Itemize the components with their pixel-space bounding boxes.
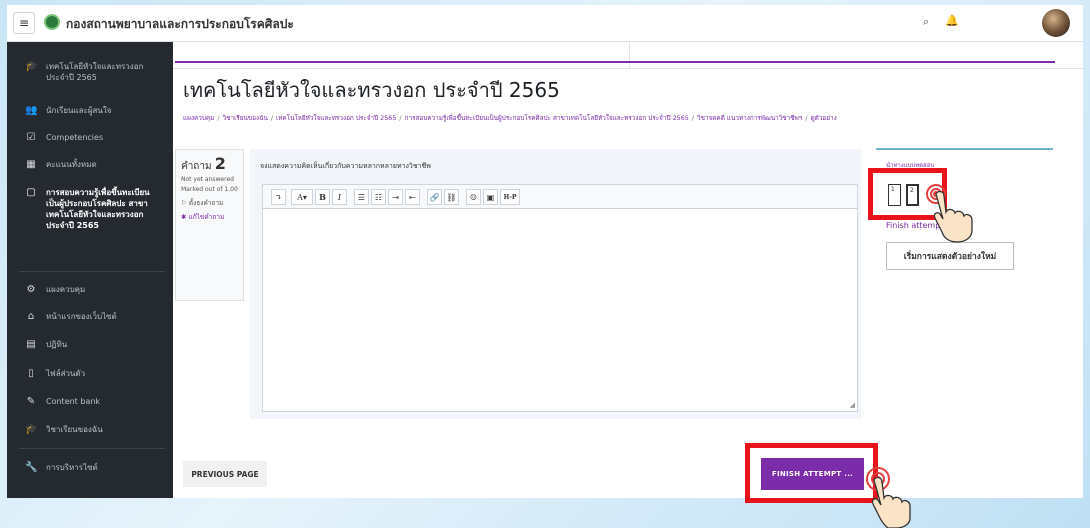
- hamburger-icon[interactable]: ≡: [13, 12, 35, 34]
- breadcrumb-item[interactable]: วิชาจดคดี แนวทางการพัฒนาวิชาชีพฯ: [697, 114, 802, 122]
- highlight-box: [745, 443, 878, 503]
- pointing-hand-icon: [871, 476, 911, 528]
- sidebar-item-my-courses[interactable]: 🎓 วิชาเรียนของฉัน: [7, 424, 173, 435]
- divider: [629, 42, 630, 69]
- previous-page-button[interactable]: PREVIOUS PAGE: [183, 461, 267, 487]
- graduation-cap-icon: 🎓: [25, 61, 38, 72]
- page-title: เทคโนโลยีหัวใจและทรวงอก ประจำปี 2565: [183, 78, 560, 102]
- unlink-button[interactable]: ⛓: [444, 189, 459, 205]
- grid-icon: ▦: [26, 159, 36, 170]
- flag-icon: ⚐: [181, 199, 187, 207]
- resize-handle-icon[interactable]: ◢: [850, 401, 855, 409]
- folder-icon: ▢: [26, 187, 36, 198]
- sidebar-item-content-bank[interactable]: ✎ Content bank: [7, 396, 173, 407]
- breadcrumb-item[interactable]: วิชาเรียนของฉัน: [223, 114, 268, 122]
- question-status: Not yet answered: [181, 176, 234, 183]
- breadcrumb-separator: /: [399, 114, 402, 122]
- italic-button[interactable]: I: [332, 189, 347, 205]
- bell-icon[interactable]: 🔔: [945, 14, 959, 27]
- main-top-strip: [173, 42, 1083, 69]
- breadcrumb-separator: /: [217, 114, 220, 122]
- breadcrumb-item[interactable]: แผงควบคุม: [183, 114, 214, 122]
- restart-preview-button[interactable]: เริ่มการแสดงตัวอย่างใหม่: [886, 242, 1014, 270]
- editor-toolbar: ↴ A▾ B I ☰ ☷ ⇥ ⇤ 🔗 ⛓ ☺ ▣ H-P: [263, 185, 857, 209]
- sidebar: 🎓 เทคโนโลยีหัวใจและทรวงอก ประจำปี 2565 👥…: [7, 42, 173, 498]
- calendar-icon: ▤: [26, 339, 36, 350]
- site-name[interactable]: กองสถานพยาบาลและการประกอบโรคศิลปะ: [66, 15, 294, 34]
- bold-button[interactable]: B: [315, 189, 330, 205]
- pointing-hand-icon: [933, 190, 973, 243]
- search-icon[interactable]: ⌕: [923, 15, 929, 29]
- breadcrumb-separator: /: [691, 114, 695, 122]
- header-accent-line: [175, 61, 1055, 63]
- question-text: จงแสดงความคิดเห็นเกี่ยวกับความหลากหลายทา…: [260, 162, 431, 170]
- sidebar-divider: [19, 448, 165, 449]
- users-icon: 👥: [25, 105, 38, 116]
- pen-icon: ✎: [26, 396, 36, 407]
- indent-button[interactable]: ⇥: [388, 189, 403, 205]
- breadcrumb-item[interactable]: เทคโนโลยีหัวใจและทรวงอก ประจำปี 2565: [276, 114, 396, 122]
- question-content: จงแสดงความคิดเห็นเกี่ยวกับความหลากหลายทา…: [250, 149, 861, 419]
- checkbox-icon: ☑: [26, 132, 36, 143]
- sidebar-item-home[interactable]: ⌂ หน้าแรกของเว็บไซต์: [7, 311, 173, 322]
- emoji-button[interactable]: ☺: [466, 189, 481, 205]
- user-avatar[interactable]: [1042, 9, 1070, 37]
- sidebar-item-calendar[interactable]: ▤ ปฏิทิน: [7, 339, 173, 350]
- sidebar-divider: [19, 271, 165, 272]
- top-navbar: ≡ กองสถานพยาบาลและการประกอบโรคศิลปะ ⌕ 🔔: [7, 5, 1083, 42]
- breadcrumb-separator: /: [805, 114, 808, 122]
- breadcrumb-item[interactable]: การสอบความรู้เพื่อขึ้นทะเบียนเป็นผู้ประก…: [405, 114, 689, 122]
- question-number: คำถาม 2: [181, 154, 226, 173]
- graduation-cap-icon: 🎓: [25, 424, 38, 435]
- font-style-button[interactable]: A▾: [291, 189, 313, 205]
- answer-textarea[interactable]: [263, 210, 857, 411]
- breadcrumb: แผงควบคุม / วิชาเรียนของฉัน / เทคโนโลยีหัวใจ…: [183, 113, 837, 123]
- outdent-button[interactable]: ⇤: [405, 189, 420, 205]
- question-marks: Marked out of 1.00: [181, 186, 238, 193]
- bullet-list-button[interactable]: ☰: [354, 189, 369, 205]
- numbered-list-button[interactable]: ☷: [371, 189, 386, 205]
- sidebar-item-participants[interactable]: 👥 นักเรียนและผู้สนใจ: [7, 105, 173, 116]
- sidebar-item-grades[interactable]: ▦ คะแนนทั้งหมด: [7, 159, 173, 170]
- dashboard-icon: ⚙: [26, 284, 36, 295]
- flag-question-link[interactable]: ⚐ ตั้งธงคำถาม: [181, 198, 238, 208]
- site-logo[interactable]: [44, 14, 60, 30]
- sidebar-item-quiz[interactable]: ▢ การสอบความรู้เพื่อขึ้นทะเบียนเป็นผู้ปร…: [7, 187, 173, 231]
- sidebar-item-files[interactable]: ▯ ไฟล์ส่วนตัว: [7, 368, 173, 379]
- file-icon: ▯: [28, 368, 34, 379]
- question-info: คำถาม 2 Not yet answered Marked out of 1…: [175, 149, 244, 301]
- h5p-button[interactable]: H-P: [500, 189, 520, 205]
- sidebar-item-competencies[interactable]: ☑ Competencies: [7, 132, 173, 143]
- breadcrumb-item[interactable]: ดูตัวอย่าง: [811, 114, 837, 122]
- wrench-icon: 🔧: [25, 462, 38, 473]
- home-icon: ⌂: [27, 311, 35, 322]
- link-button[interactable]: 🔗: [427, 189, 442, 205]
- sidebar-item-dashboard[interactable]: ⚙ แผงควบคุม: [7, 284, 173, 295]
- edit-question-link[interactable]: ✱ แก้ไขคำถาม: [181, 212, 238, 222]
- sidebar-item-site-admin[interactable]: 🔧 การบริหารไซต์: [7, 462, 173, 473]
- breadcrumb-separator: /: [270, 114, 274, 122]
- toolbar-toggle-button[interactable]: ↴: [271, 189, 286, 205]
- image-button[interactable]: ▣: [483, 189, 498, 205]
- sidebar-item-course[interactable]: 🎓 เทคโนโลยีหัวใจและทรวงอก ประจำปี 2565: [7, 61, 173, 83]
- gear-icon: ✱: [181, 213, 187, 221]
- rich-text-editor: ↴ A▾ B I ☰ ☷ ⇥ ⇤ 🔗 ⛓ ☺ ▣ H-P ◢: [262, 184, 858, 412]
